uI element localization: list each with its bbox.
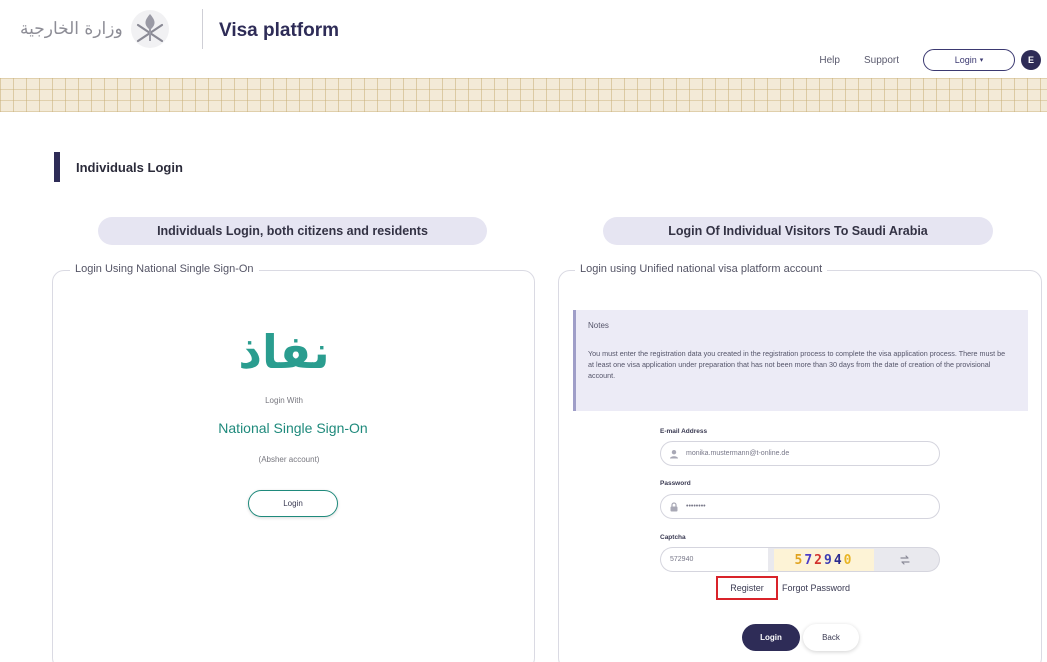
captcha-input-value: 572940 (670, 556, 694, 563)
notes-box: Notes You must enter the registration da… (573, 310, 1028, 411)
nav-help-link[interactable]: Help (819, 55, 840, 66)
language-toggle[interactable]: E (1021, 50, 1041, 70)
nav-support-link[interactable]: Support (864, 55, 899, 66)
captcha-box: 572940 (768, 547, 940, 572)
password-label: Password (660, 480, 691, 487)
email-label: E-mail Address (660, 428, 708, 435)
visa-panel-legend: Login using Unified national visa platfo… (575, 263, 828, 275)
back-button[interactable]: Back (803, 624, 859, 651)
saudi-emblem-icon (130, 10, 169, 48)
nafath-logo: نفاذ (238, 325, 329, 379)
captcha-image: 572940 (774, 549, 874, 571)
refresh-icon[interactable] (898, 553, 912, 567)
header-divider (202, 9, 203, 49)
email-value: monika.mustermann@t-online.de (686, 450, 790, 457)
captcha-label: Captcha (660, 534, 686, 541)
absher-account-text: (Absher account) (258, 455, 320, 464)
captcha-input[interactable]: 572940 (660, 547, 768, 572)
captcha-image-text: 572940 (794, 552, 854, 568)
page-title: Individuals Login (76, 160, 183, 175)
password-value: •••••••• (686, 503, 706, 510)
notes-text: You must enter the registration data you… (588, 349, 1006, 380)
register-link[interactable]: Register (716, 576, 778, 600)
visa-login-button[interactable]: Login (742, 624, 800, 651)
page-title-accent (54, 152, 60, 182)
platform-title: Visa platform (219, 20, 340, 41)
notes-title: Notes (588, 321, 609, 330)
password-field[interactable]: •••••••• (660, 494, 940, 519)
user-icon (670, 449, 678, 458)
nsso-login-button[interactable]: Login (248, 490, 338, 517)
nav-login-dropdown[interactable]: Login ▾ (923, 49, 1015, 71)
nafath-logo-text: نفاذ (238, 325, 329, 379)
section-pill-citizens: Individuals Login, both citizens and res… (98, 217, 487, 245)
nsso-provider-name: National Single Sign-On (218, 420, 368, 436)
email-field[interactable]: monika.mustermann@t-online.de (660, 441, 940, 466)
site-header: وزارة الخارجية Visa platform Help Suppor… (0, 0, 1047, 78)
chevron-down-icon: ▾ (979, 57, 984, 64)
section-pill-visitors: Login Of Individual Visitors To Saudi Ar… (603, 217, 993, 245)
forgot-password-link[interactable]: Forgot Password (782, 583, 850, 593)
header-nav: Help Support Login ▾ E (819, 49, 1047, 71)
decorative-pattern-band (0, 78, 1047, 112)
login-with-text: Login With (265, 396, 303, 405)
ministry-logo[interactable]: وزارة الخارجية (20, 6, 171, 52)
nsso-panel-legend: Login Using National Single Sign-On (70, 263, 259, 275)
ministry-logo-text: وزارة الخارجية (20, 19, 123, 39)
nav-login-label: Login (954, 55, 977, 65)
lock-icon (670, 501, 678, 511)
